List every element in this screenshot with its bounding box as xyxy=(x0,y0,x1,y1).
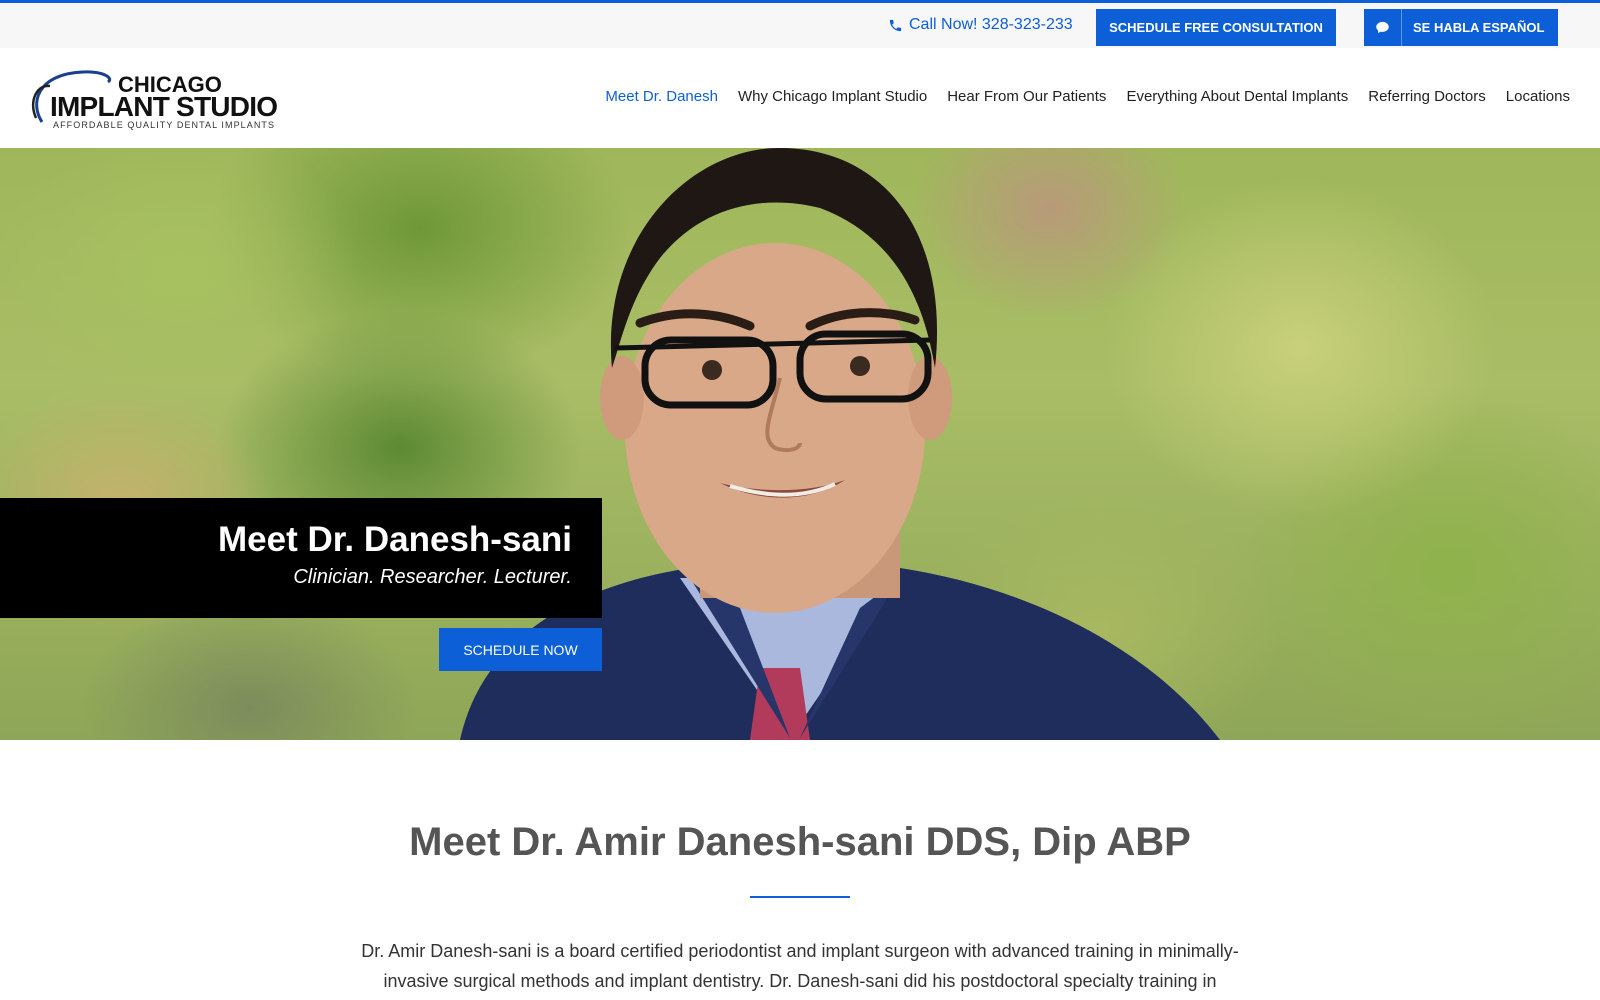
call-now-text: Call Now! 328-323-233 xyxy=(909,16,1073,33)
chicago-implant-studio-logo[interactable]: CHICAGO IMPLANT STUDIO AFFORDABLE QUALIT… xyxy=(28,64,288,130)
top-bar: Call Now! 328-323-233 SCHEDULE FREE CONS… xyxy=(0,0,1600,48)
main-nav: Meet Dr. Danesh Why Chicago Implant Stud… xyxy=(605,88,1570,105)
chat-bubble-icon xyxy=(1364,9,1402,46)
se-habla-espanol-label: SE HABLA ESPAÑOL xyxy=(1413,20,1545,35)
nav-hear-from-our-patients[interactable]: Hear From Our Patients xyxy=(947,88,1106,105)
nav-locations[interactable]: Locations xyxy=(1506,88,1570,105)
logo-tagline: AFFORDABLE QUALITY DENTAL IMPLANTS xyxy=(53,120,275,130)
nav-meet-dr-danesh[interactable]: Meet Dr. Danesh xyxy=(605,88,718,105)
phone-icon xyxy=(889,19,902,31)
title-divider xyxy=(750,896,850,898)
nav-referring-doctors[interactable]: Referring Doctors xyxy=(1368,88,1486,105)
hero-banner: Meet Dr. Danesh-sani Clinician. Research… xyxy=(0,148,1600,740)
doctor-portrait-image xyxy=(460,148,1220,740)
nav-everything-about-dental-implants[interactable]: Everything About Dental Implants xyxy=(1126,88,1348,105)
hero-title: Meet Dr. Danesh-sani xyxy=(218,520,572,559)
hero-subtitle: Clinician. Researcher. Lecturer. xyxy=(293,566,572,588)
page-title: Meet Dr. Amir Danesh-sani DDS, Dip ABP xyxy=(409,820,1191,864)
nav-why-chicago-implant-studio[interactable]: Why Chicago Implant Studio xyxy=(738,88,927,105)
site-header: CHICAGO IMPLANT STUDIO AFFORDABLE QUALIT… xyxy=(0,48,1600,148)
bio-paragraph: Dr. Amir Danesh-sani is a board certifie… xyxy=(361,941,1239,991)
se-habla-espanol-button[interactable]: SE HABLA ESPAÑOL xyxy=(1364,9,1558,46)
call-now-link[interactable]: Call Now! 328-323-233 xyxy=(888,16,1073,34)
schedule-now-button[interactable]: SCHEDULE NOW xyxy=(439,628,602,671)
logo-line2: IMPLANT STUDIO xyxy=(50,91,278,122)
schedule-free-consultation-button[interactable]: SCHEDULE FREE CONSULTATION xyxy=(1096,9,1336,46)
hero-title-box: Meet Dr. Danesh-sani Clinician. Research… xyxy=(0,498,602,618)
